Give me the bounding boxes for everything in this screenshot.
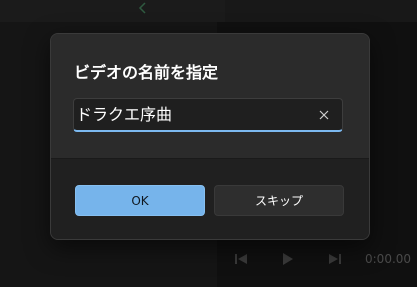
- rename-video-dialog: ビデオの名前を指定 OK スキップ: [50, 33, 370, 240]
- close-icon[interactable]: [315, 106, 333, 124]
- video-name-field[interactable]: [73, 98, 343, 132]
- dialog-body: ビデオの名前を指定: [51, 34, 369, 158]
- dialog-title: ビデオの名前を指定: [74, 63, 219, 82]
- player-controls: 0:00.00: [217, 240, 417, 280]
- background-toolbar: [0, 0, 417, 22]
- chevron-left-icon: [138, 2, 148, 14]
- previous-icon[interactable]: [233, 251, 249, 267]
- next-icon[interactable]: [327, 251, 343, 267]
- video-name-input[interactable]: [76, 102, 306, 128]
- dialog-footer: OK スキップ: [51, 158, 369, 239]
- play-icon[interactable]: [279, 251, 295, 267]
- playback-time: 0:00.00: [365, 252, 412, 266]
- background-left-pane: [0, 0, 225, 22]
- skip-button[interactable]: スキップ: [214, 185, 344, 216]
- ok-button[interactable]: OK: [75, 185, 205, 216]
